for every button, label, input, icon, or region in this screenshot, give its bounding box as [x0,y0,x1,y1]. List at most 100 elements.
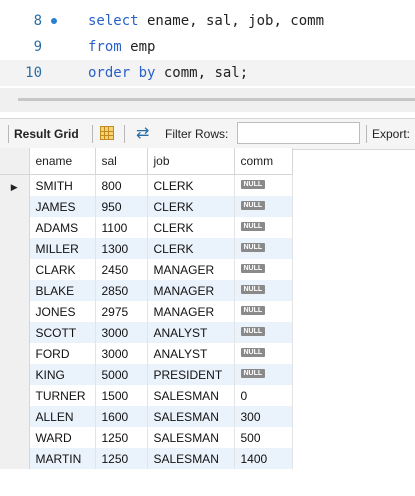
row-selector[interactable]: ▶ [0,174,30,196]
splitter-handle[interactable] [18,98,415,101]
result-grid-tab[interactable]: Result Grid [14,119,79,149]
cell-sal[interactable]: 1300 [95,238,148,259]
table-row[interactable]: BLAKE 2850 MANAGER NULL [0,280,293,301]
cell-ename[interactable]: SMITH [29,174,96,196]
cell-job[interactable]: SALESMAN [147,406,235,427]
cell-comm[interactable]: 500 [234,427,293,448]
cell-comm[interactable]: NULL [234,364,293,385]
table-row[interactable]: CLARK 2450 MANAGER NULL [0,259,293,280]
cell-job[interactable]: MANAGER [147,280,235,301]
cell-ename[interactable]: WARD [29,427,96,448]
table-row[interactable]: KING 5000 PRESIDENT NULL [0,364,293,385]
cell-comm[interactable]: NULL [234,259,293,280]
cell-comm[interactable]: NULL [234,322,293,343]
column-header-comm[interactable]: comm [234,148,293,175]
cell-sal[interactable]: 950 [95,196,148,217]
row-selector[interactable] [0,217,30,238]
row-selector[interactable] [0,238,30,259]
cell-job[interactable]: CLERK [147,196,235,217]
cell-ename[interactable]: BLAKE [29,280,96,301]
cell-comm[interactable]: 300 [234,406,293,427]
cell-job[interactable]: SALESMAN [147,427,235,448]
code-line[interactable]: 9 from emp [0,34,415,60]
cell-sal[interactable]: 2450 [95,259,148,280]
cell-comm[interactable]: NULL [234,196,293,217]
column-header-job[interactable]: job [147,148,235,175]
row-selector[interactable] [0,322,30,343]
cell-ename[interactable]: ALLEN [29,406,96,427]
cell-comm[interactable]: NULL [234,238,293,259]
cell-sal[interactable]: 800 [95,174,148,196]
row-selector[interactable] [0,448,30,469]
cell-job[interactable]: SALESMAN [147,385,235,406]
cell-job[interactable]: PRESIDENT [147,364,235,385]
column-header-ename[interactable]: ename [29,148,96,175]
code-line[interactable]: 10 order by comm, sal; [0,60,415,86]
cell-comm[interactable]: NULL [234,301,293,322]
filter-rows-input[interactable] [237,122,360,144]
cell-job[interactable]: ANALYST [147,343,235,364]
row-selector[interactable] [0,343,30,364]
export-button[interactable]: Export: [372,119,410,149]
cell-sal[interactable]: 1100 [95,217,148,238]
table-row[interactable]: ▶ SMITH 800 CLERK NULL [0,174,293,196]
cell-ename[interactable]: KING [29,364,96,385]
row-selector[interactable] [0,259,30,280]
cell-job[interactable]: MANAGER [147,301,235,322]
code-text[interactable]: select ename, sal, job, comm [88,8,324,34]
cell-ename[interactable]: FORD [29,343,96,364]
cell-job[interactable]: ANALYST [147,322,235,343]
cell-comm[interactable]: NULL [234,217,293,238]
cell-comm[interactable]: NULL [234,343,293,364]
table-row[interactable]: ADAMS 1100 CLERK NULL [0,217,293,238]
table-row[interactable]: MILLER 1300 CLERK NULL [0,238,293,259]
table-row[interactable]: TURNER 1500 SALESMAN 0 [0,385,293,406]
result-grid[interactable]: ename sal job comm ▶ SMITH 800 CLERK NULL JAMES 9… [0,148,296,469]
cell-comm[interactable]: NULL [234,280,293,301]
code-text[interactable]: order by comm, sal; [88,60,248,86]
cell-job[interactable]: MANAGER [147,259,235,280]
cell-job[interactable]: CLERK [147,174,235,196]
cell-comm[interactable]: 1400 [234,448,293,469]
cell-sal[interactable]: 1500 [95,385,148,406]
cell-ename[interactable]: TURNER [29,385,96,406]
table-row[interactable]: ALLEN 1600 SALESMAN 300 [0,406,293,427]
cell-job[interactable]: CLERK [147,217,235,238]
sql-editor[interactable]: 8 select ename, sal, job, comm 9 from emp 10… [0,0,415,88]
row-selector[interactable] [0,280,30,301]
cell-ename[interactable]: ADAMS [29,217,96,238]
cell-ename[interactable]: SCOTT [29,322,96,343]
row-selector[interactable] [0,406,30,427]
panel-splitter[interactable] [0,88,415,112]
cell-ename[interactable]: JAMES [29,196,96,217]
cell-ename[interactable]: JONES [29,301,96,322]
cell-sal[interactable]: 1600 [95,406,148,427]
cell-sal[interactable]: 1250 [95,448,148,469]
cell-job[interactable]: CLERK [147,238,235,259]
cell-sal[interactable]: 3000 [95,343,148,364]
code-text[interactable]: from emp [88,34,155,60]
row-selector[interactable] [0,385,30,406]
table-row[interactable]: JONES 2975 MANAGER NULL [0,301,293,322]
cell-sal[interactable]: 2975 [95,301,148,322]
cell-sal[interactable]: 1250 [95,427,148,448]
row-selector[interactable] [0,364,30,385]
cell-ename[interactable]: MARTIN [29,448,96,469]
cell-comm[interactable]: NULL [234,174,293,196]
refresh-icon[interactable]: ⇄ [136,124,149,142]
table-row[interactable]: SCOTT 3000 ANALYST NULL [0,322,293,343]
table-row[interactable]: FORD 3000 ANALYST NULL [0,343,293,364]
table-row[interactable]: JAMES 950 CLERK NULL [0,196,293,217]
cell-sal[interactable]: 2850 [95,280,148,301]
cell-ename[interactable]: MILLER [29,238,96,259]
column-header-sal[interactable]: sal [95,148,148,175]
table-row[interactable]: WARD 1250 SALESMAN 500 [0,427,293,448]
row-selector[interactable] [0,196,30,217]
code-line[interactable]: 8 select ename, sal, job, comm [0,8,415,34]
row-selector[interactable] [0,301,30,322]
grid-layout-icon[interactable] [100,126,114,140]
cell-ename[interactable]: CLARK [29,259,96,280]
cell-comm[interactable]: 0 [234,385,293,406]
row-selector-header[interactable] [0,148,30,175]
cell-job[interactable]: SALESMAN [147,448,235,469]
